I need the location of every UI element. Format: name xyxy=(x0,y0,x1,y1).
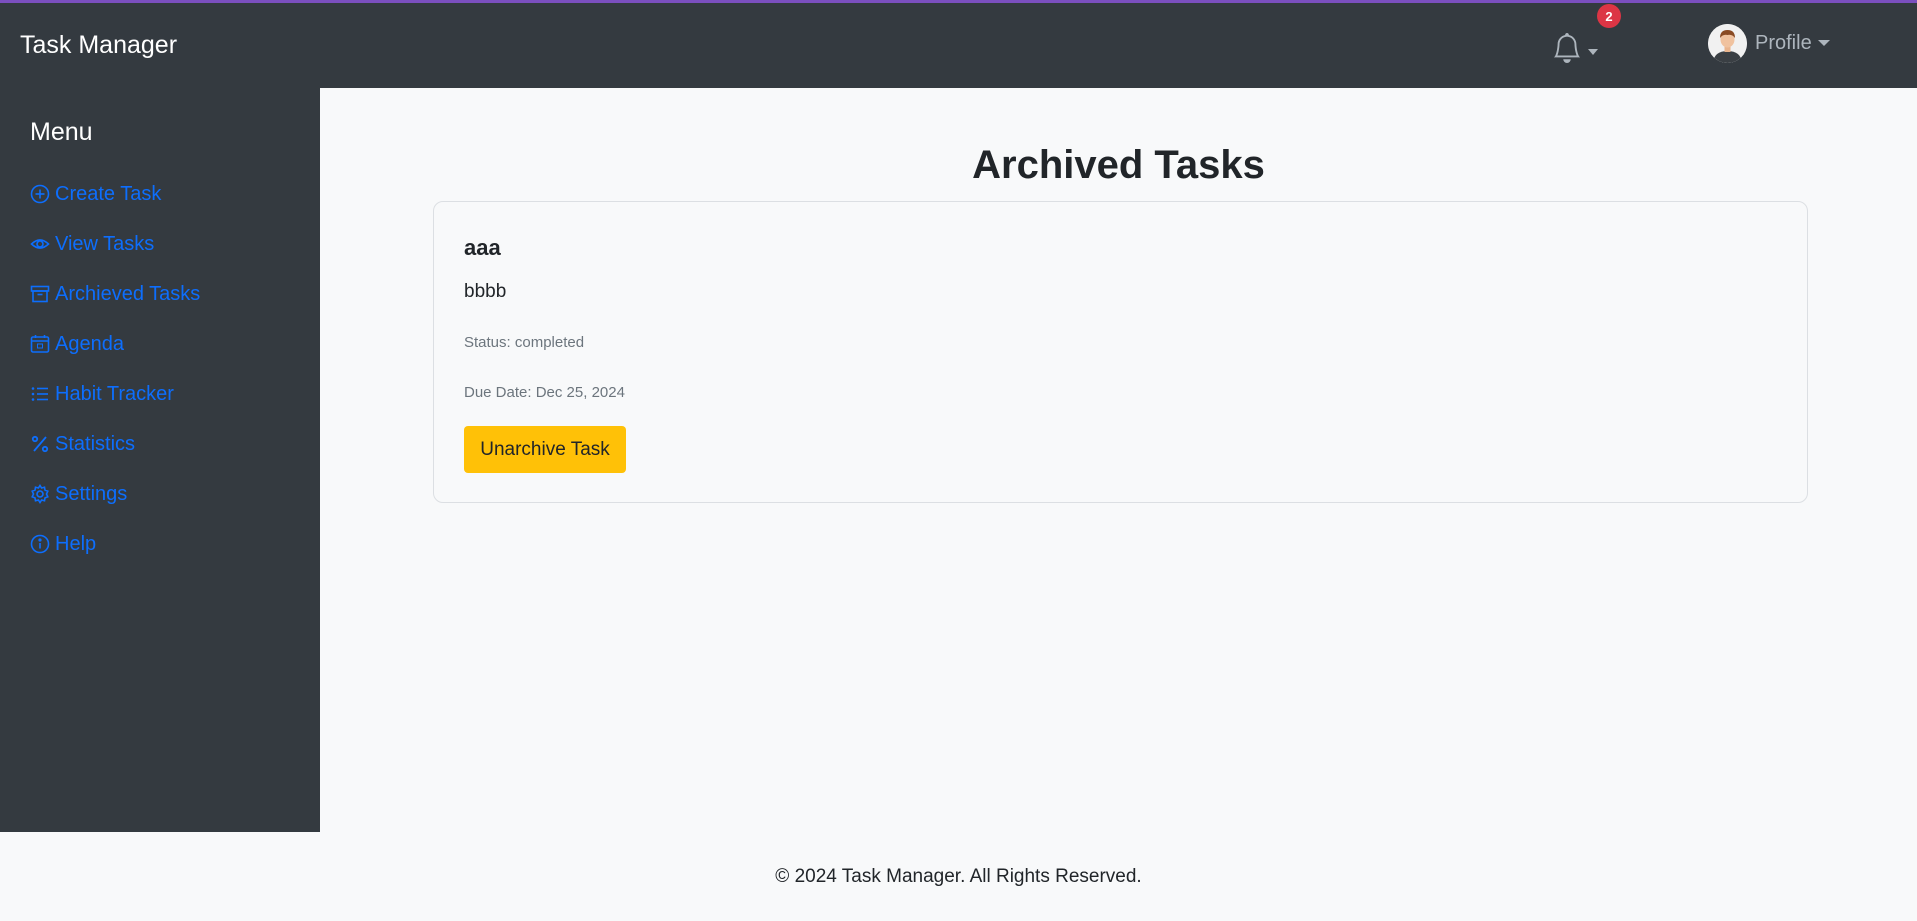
task-status: Status: completed xyxy=(464,334,585,351)
sidebar-item-label: Archieved Tasks xyxy=(55,282,201,305)
sidebar-item-agenda[interactable]: Agenda xyxy=(30,330,124,358)
unarchive-task-button[interactable]: Unarchive Task xyxy=(464,426,626,473)
notifications-dropdown[interactable] xyxy=(1548,29,1608,69)
sidebar-item-statistics[interactable]: Statistics xyxy=(30,430,135,458)
sidebar-item-label: Agenda xyxy=(55,332,124,355)
top-navbar: Task Manager 2 Profile xyxy=(0,3,1917,88)
bell-icon xyxy=(1553,32,1581,63)
sidebar: Menu Create Task View Tasks Archieved Ta… xyxy=(0,88,320,832)
task-card: aaa bbbb Status: completed Due Date: Dec… xyxy=(433,201,1808,503)
avatar xyxy=(1708,23,1747,63)
sidebar-item-habit-tracker[interactable]: Habit Tracker xyxy=(30,380,174,408)
footer: © 2024 Task Manager. All Rights Reserved… xyxy=(0,832,1917,921)
sidebar-item-help[interactable]: Help xyxy=(30,530,96,558)
page-title: Archived Tasks xyxy=(972,143,1265,187)
task-description: bbbb xyxy=(464,281,507,302)
sidebar-item-label: Create Task xyxy=(55,182,162,205)
eye-icon xyxy=(30,239,50,249)
sidebar-item-label: Habit Tracker xyxy=(55,382,174,405)
sidebar-item-label: View Tasks xyxy=(55,232,155,255)
sidebar-item-label: Statistics xyxy=(55,432,136,455)
archive-icon xyxy=(30,285,50,303)
plus-circle-icon xyxy=(30,184,50,204)
sidebar-item-label: Settings xyxy=(55,482,128,505)
sidebar-item-settings[interactable]: Settings xyxy=(30,480,127,508)
list-icon xyxy=(31,387,48,401)
notification-badge: 2 xyxy=(1597,4,1621,28)
chevron-down-icon xyxy=(1817,40,1830,46)
profile-label: Profile xyxy=(1755,31,1812,54)
profile-dropdown[interactable]: Profile xyxy=(1708,23,1830,63)
footer-copyright: © 2024 Task Manager. All Rights Reserved… xyxy=(775,866,1142,887)
sidebar-item-label: Help xyxy=(55,532,97,555)
task-title: aaa xyxy=(464,235,501,260)
main-content: Archived Tasks aaa bbbb Status: complete… xyxy=(320,88,1917,832)
calendar-icon xyxy=(30,335,50,353)
sidebar-item-archieved-tasks[interactable]: Archieved Tasks xyxy=(30,280,200,308)
percent-icon xyxy=(31,435,49,453)
brand-link[interactable]: Task Manager xyxy=(20,31,177,60)
sidebar-title: Menu xyxy=(30,118,93,146)
task-due-date: Due Date: Dec 25, 2024 xyxy=(464,384,625,401)
sidebar-item-view-tasks[interactable]: View Tasks xyxy=(30,230,154,258)
gear-icon xyxy=(31,484,49,504)
chevron-down-icon xyxy=(1588,49,1598,55)
info-circle-icon xyxy=(30,534,50,554)
sidebar-item-create-task[interactable]: Create Task xyxy=(30,180,161,208)
